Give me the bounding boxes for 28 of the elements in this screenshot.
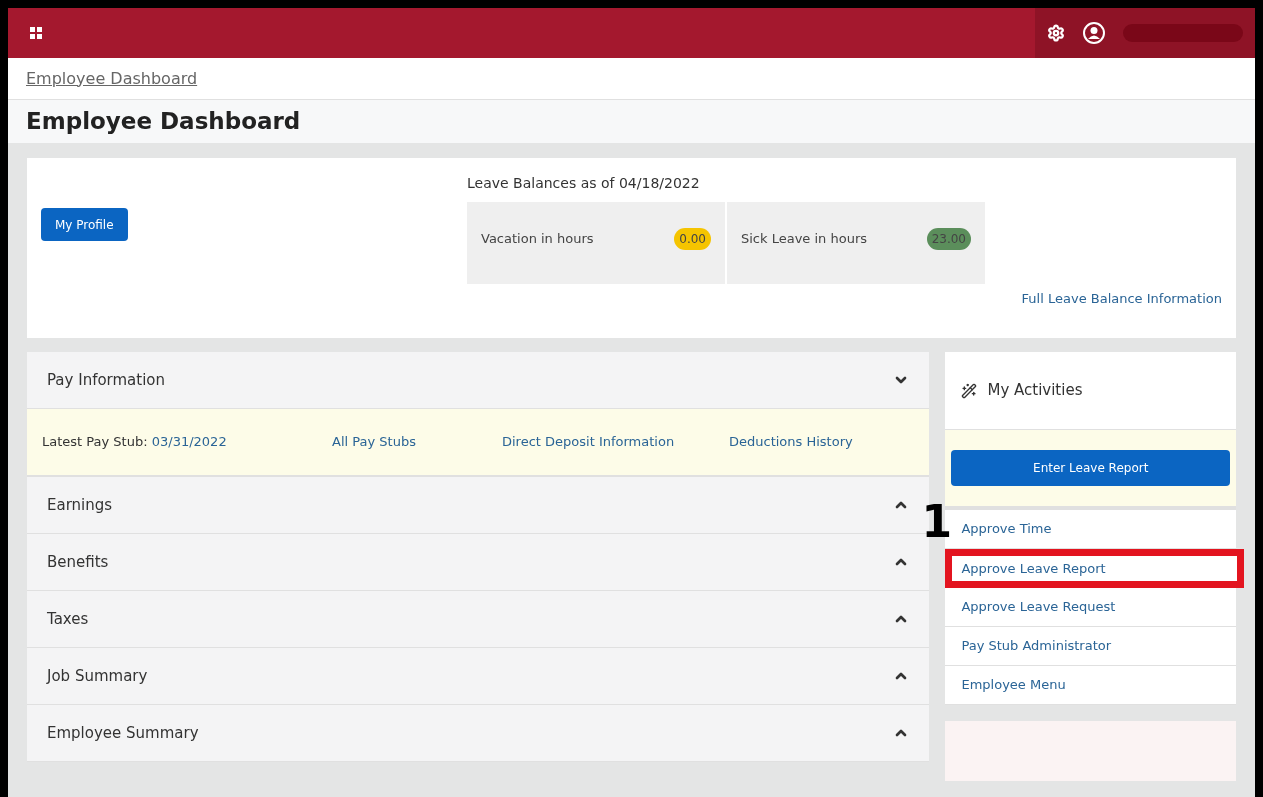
activity-link[interactable]: Pay Stub Administrator: [945, 627, 1236, 666]
section-header[interactable]: Taxes: [27, 591, 930, 648]
leave-balances-heading: Leave Balances as of 04/18/2022: [467, 174, 701, 193]
enter-leave-report-button[interactable]: Enter Leave Report: [951, 450, 1230, 486]
activity-link[interactable]: Approve Leave Report: [945, 549, 1244, 588]
balance-label: Sick Leave in hours: [741, 230, 867, 249]
my-profile-button[interactable]: My Profile: [41, 208, 128, 241]
section-header[interactable]: Job Summary: [27, 648, 930, 705]
section-header[interactable]: Pay Information: [27, 352, 930, 409]
pay-stub-date-link[interactable]: 03/31/2022: [151, 434, 227, 450]
balance-label: Vacation in hours: [481, 230, 594, 249]
balance-value-pill: 23.00: [926, 228, 971, 250]
apps-grid-icon[interactable]: [30, 27, 42, 39]
breadcrumb-link[interactable]: Employee Dashboard: [26, 66, 198, 91]
latest-pay-stub-label: Latest Pay Stub: 03/31/2022: [42, 433, 228, 452]
full-leave-balance-link[interactable]: Full Leave Balance Information: [1021, 288, 1222, 308]
balance-value-pill: 0.00: [674, 228, 711, 250]
settings-icon[interactable]: [1047, 24, 1065, 42]
user-avatar-icon[interactable]: [1083, 22, 1105, 44]
pay-info-link[interactable]: All Pay Stubs: [332, 432, 502, 452]
activity-link[interactable]: Employee Menu: [945, 666, 1236, 705]
section-header[interactable]: Employee Summary: [27, 705, 930, 762]
pay-info-link[interactable]: Deductions History: [729, 432, 853, 452]
activity-link[interactable]: Approve Leave Request: [945, 588, 1236, 627]
pay-info-link[interactable]: Direct Deposit Information: [502, 432, 729, 452]
page-title: Employee Dashboard: [26, 107, 301, 137]
activities-title: My Activities: [987, 380, 1083, 402]
magic-wand-icon: [961, 382, 978, 399]
